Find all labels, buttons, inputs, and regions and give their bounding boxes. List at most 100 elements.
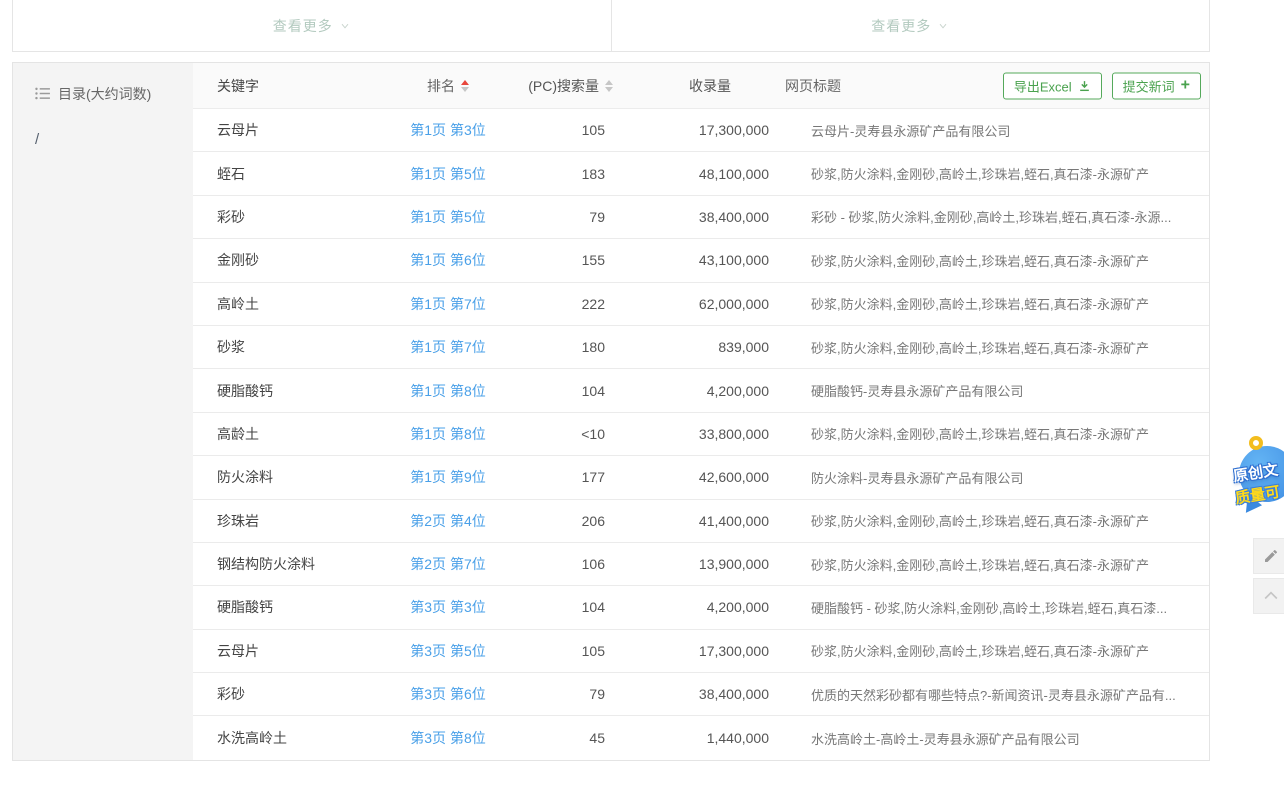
keyword-cell: 水洗高岭土 bbox=[193, 728, 403, 748]
page-title-cell: 砂浆,防火涂料,金刚砂,高岭土,珍珠岩,蛭石,真石漆-永源矿产 bbox=[773, 338, 1209, 357]
keyword-rank-panel: 目录(大约词数) / 关键字 排名 (PC)搜索量 收录量 网页标题 bbox=[12, 62, 1210, 761]
view-more-right[interactable]: 查看更多 bbox=[612, 0, 1210, 51]
table-row: 硬脂酸钙 第1页 第8位 104 4,200,000 硬脂酸钙-灵寿县永源矿产品… bbox=[193, 369, 1209, 412]
table-row: 云母片 第3页 第5位 105 17,300,000 砂浆,防火涂料,金刚砂,高… bbox=[193, 630, 1209, 673]
page-title-cell: 彩砂 - 砂浆,防火涂料,金刚砂,高岭土,珍珠岩,蛭石,真石漆-永源... bbox=[773, 207, 1209, 226]
page-title-cell: 砂浆,防火涂料,金刚砂,高岭土,珍珠岩,蛭石,真石漆-永源矿产 bbox=[773, 424, 1209, 443]
rank-link[interactable]: 第1页 第7位 bbox=[410, 296, 485, 312]
page-title-cell: 硬脂酸钙-灵寿县永源矿产品有限公司 bbox=[773, 381, 1209, 400]
table-row: 珍珠岩 第2页 第4位 206 41,400,000 砂浆,防火涂料,金刚砂,高… bbox=[193, 500, 1209, 543]
view-more-label: 查看更多 bbox=[273, 16, 333, 36]
rank-link[interactable]: 第1页 第5位 bbox=[410, 209, 485, 225]
search-volume-cell: 79 bbox=[493, 209, 613, 225]
directory-sidebar: 目录(大约词数) / bbox=[13, 63, 193, 760]
rank-link[interactable]: 第1页 第8位 bbox=[410, 426, 485, 442]
column-header-rank[interactable]: 排名 bbox=[403, 76, 493, 96]
index-count-cell: 13,900,000 bbox=[613, 556, 773, 572]
search-volume-cell: 79 bbox=[493, 686, 613, 702]
table-row: 云母片 第1页 第3位 105 17,300,000 云母片-灵寿县永源矿产品有… bbox=[193, 109, 1209, 152]
search-volume-cell: 180 bbox=[493, 339, 613, 355]
keyword-cell: 彩砂 bbox=[193, 207, 403, 227]
chevron-down-icon bbox=[339, 20, 351, 32]
page-title-cell: 砂浆,防火涂料,金刚砂,高岭土,珍珠岩,蛭石,真石漆-永源矿产 bbox=[773, 641, 1209, 660]
index-count-cell: 38,400,000 bbox=[613, 209, 773, 225]
index-count-cell: 839,000 bbox=[613, 339, 773, 355]
back-to-top-button[interactable] bbox=[1253, 578, 1284, 614]
keyword-cell: 硬脂酸钙 bbox=[193, 597, 403, 617]
keyword-cell: 蛭石 bbox=[193, 164, 403, 184]
rank-link[interactable]: 第3页 第8位 bbox=[410, 730, 485, 746]
search-volume-cell: 206 bbox=[493, 513, 613, 529]
top-panels: 查看更多 查看更多 bbox=[12, 0, 1210, 52]
table-actions: 导出Excel 提交新词 + bbox=[1003, 72, 1201, 99]
table-row: 金刚砂 第1页 第6位 155 43,100,000 砂浆,防火涂料,金刚砂,高… bbox=[193, 239, 1209, 282]
index-count-cell: 42,600,000 bbox=[613, 469, 773, 485]
download-icon bbox=[1078, 79, 1091, 92]
rank-link[interactable]: 第1页 第7位 bbox=[410, 339, 485, 355]
promo-badge[interactable]: 原创文 质量可 bbox=[1233, 436, 1284, 538]
rank-link[interactable]: 第2页 第7位 bbox=[410, 556, 485, 572]
edit-button[interactable] bbox=[1253, 538, 1284, 574]
page-title-cell: 砂浆,防火涂料,金刚砂,高岭土,珍珠岩,蛭石,真石漆-永源矿产 bbox=[773, 511, 1209, 530]
page-title-cell: 砂浆,防火涂料,金刚砂,高岭土,珍珠岩,蛭石,真石漆-永源矿产 bbox=[773, 294, 1209, 313]
rank-link[interactable]: 第3页 第6位 bbox=[410, 686, 485, 702]
sort-asc-icon[interactable] bbox=[461, 80, 469, 85]
index-count-cell: 38,400,000 bbox=[613, 686, 773, 702]
export-excel-button[interactable]: 导出Excel bbox=[1003, 72, 1102, 99]
keyword-cell: 彩砂 bbox=[193, 684, 403, 704]
table-body: 云母片 第1页 第3位 105 17,300,000 云母片-灵寿县永源矿产品有… bbox=[193, 109, 1209, 760]
search-volume-cell: 45 bbox=[493, 730, 613, 746]
index-count-cell: 43,100,000 bbox=[613, 252, 773, 268]
keyword-cell: 钢结构防火涂料 bbox=[193, 554, 403, 574]
rank-link[interactable]: 第1页 第9位 bbox=[410, 469, 485, 485]
search-volume-cell: 177 bbox=[493, 469, 613, 485]
keyword-cell: 高岭土 bbox=[193, 294, 403, 314]
search-volume-cell: 104 bbox=[493, 383, 613, 399]
directory-header: 目录(大约词数) bbox=[13, 63, 193, 109]
search-volume-cell: 106 bbox=[493, 556, 613, 572]
table-row: 高岭土 第1页 第7位 222 62,000,000 砂浆,防火涂料,金刚砂,高… bbox=[193, 283, 1209, 326]
rank-link[interactable]: 第3页 第5位 bbox=[410, 643, 485, 659]
index-count-cell: 4,200,000 bbox=[613, 599, 773, 615]
rank-link[interactable]: 第1页 第5位 bbox=[410, 166, 485, 182]
sort-icons-rank[interactable] bbox=[461, 80, 469, 92]
keyword-cell: 珍珠岩 bbox=[193, 511, 403, 531]
column-header-keyword: 关键字 bbox=[193, 76, 403, 96]
chevron-up-icon bbox=[1261, 586, 1281, 606]
sidebar-item-root[interactable]: / bbox=[13, 109, 193, 148]
submit-new-word-button[interactable]: 提交新词 + bbox=[1112, 72, 1201, 99]
rank-link[interactable]: 第1页 第6位 bbox=[410, 252, 485, 268]
index-count-cell: 17,300,000 bbox=[613, 122, 773, 138]
view-more-left[interactable]: 查看更多 bbox=[13, 0, 612, 51]
rank-link[interactable]: 第1页 第8位 bbox=[410, 383, 485, 399]
index-count-cell: 1,440,000 bbox=[613, 730, 773, 746]
search-volume-cell: 104 bbox=[493, 599, 613, 615]
page-title-cell: 防火涂料-灵寿县永源矿产品有限公司 bbox=[773, 468, 1209, 487]
index-count-cell: 41,400,000 bbox=[613, 513, 773, 529]
search-volume-cell: 222 bbox=[493, 296, 613, 312]
page-title-cell: 砂浆,防火涂料,金刚砂,高岭土,珍珠岩,蛭石,真石漆-永源矿产 bbox=[773, 164, 1209, 183]
chevron-down-icon bbox=[937, 20, 949, 32]
edit-pencil-icon bbox=[1263, 548, 1279, 564]
sort-desc-icon[interactable] bbox=[461, 87, 469, 92]
list-icon bbox=[35, 87, 50, 100]
rank-link[interactable]: 第2页 第4位 bbox=[410, 513, 485, 529]
index-count-cell: 33,800,000 bbox=[613, 426, 773, 442]
index-count-cell: 17,300,000 bbox=[613, 643, 773, 659]
page-title-cell: 砂浆,防火涂料,金刚砂,高岭土,珍珠岩,蛭石,真石漆-永源矿产 bbox=[773, 555, 1209, 574]
search-volume-cell: 155 bbox=[493, 252, 613, 268]
rank-link[interactable]: 第1页 第3位 bbox=[410, 122, 485, 138]
plus-icon: + bbox=[1181, 78, 1190, 94]
view-more-label: 查看更多 bbox=[871, 16, 931, 36]
keyword-table: 关键字 排名 (PC)搜索量 收录量 网页标题 导出Excel bbox=[193, 63, 1209, 760]
keyword-cell: 防火涂料 bbox=[193, 467, 403, 487]
table-row: 蛭石 第1页 第5位 183 48,100,000 砂浆,防火涂料,金刚砂,高岭… bbox=[193, 152, 1209, 195]
table-row: 彩砂 第1页 第5位 79 38,400,000 彩砂 - 砂浆,防火涂料,金刚… bbox=[193, 196, 1209, 239]
table-row: 硬脂酸钙 第3页 第3位 104 4,200,000 硬脂酸钙 - 砂浆,防火涂… bbox=[193, 586, 1209, 629]
keyword-cell: 云母片 bbox=[193, 641, 403, 661]
table-row: 水洗高岭土 第3页 第8位 45 1,440,000 水洗高岭土-高岭土-灵寿县… bbox=[193, 716, 1209, 759]
keyword-cell: 砂浆 bbox=[193, 337, 403, 357]
page-title-cell: 优质的天然彩砂都有哪些特点?-新闻资讯-灵寿县永源矿产品有... bbox=[773, 685, 1209, 704]
rank-link[interactable]: 第3页 第3位 bbox=[410, 599, 485, 615]
table-row: 钢结构防火涂料 第2页 第7位 106 13,900,000 砂浆,防火涂料,金… bbox=[193, 543, 1209, 586]
